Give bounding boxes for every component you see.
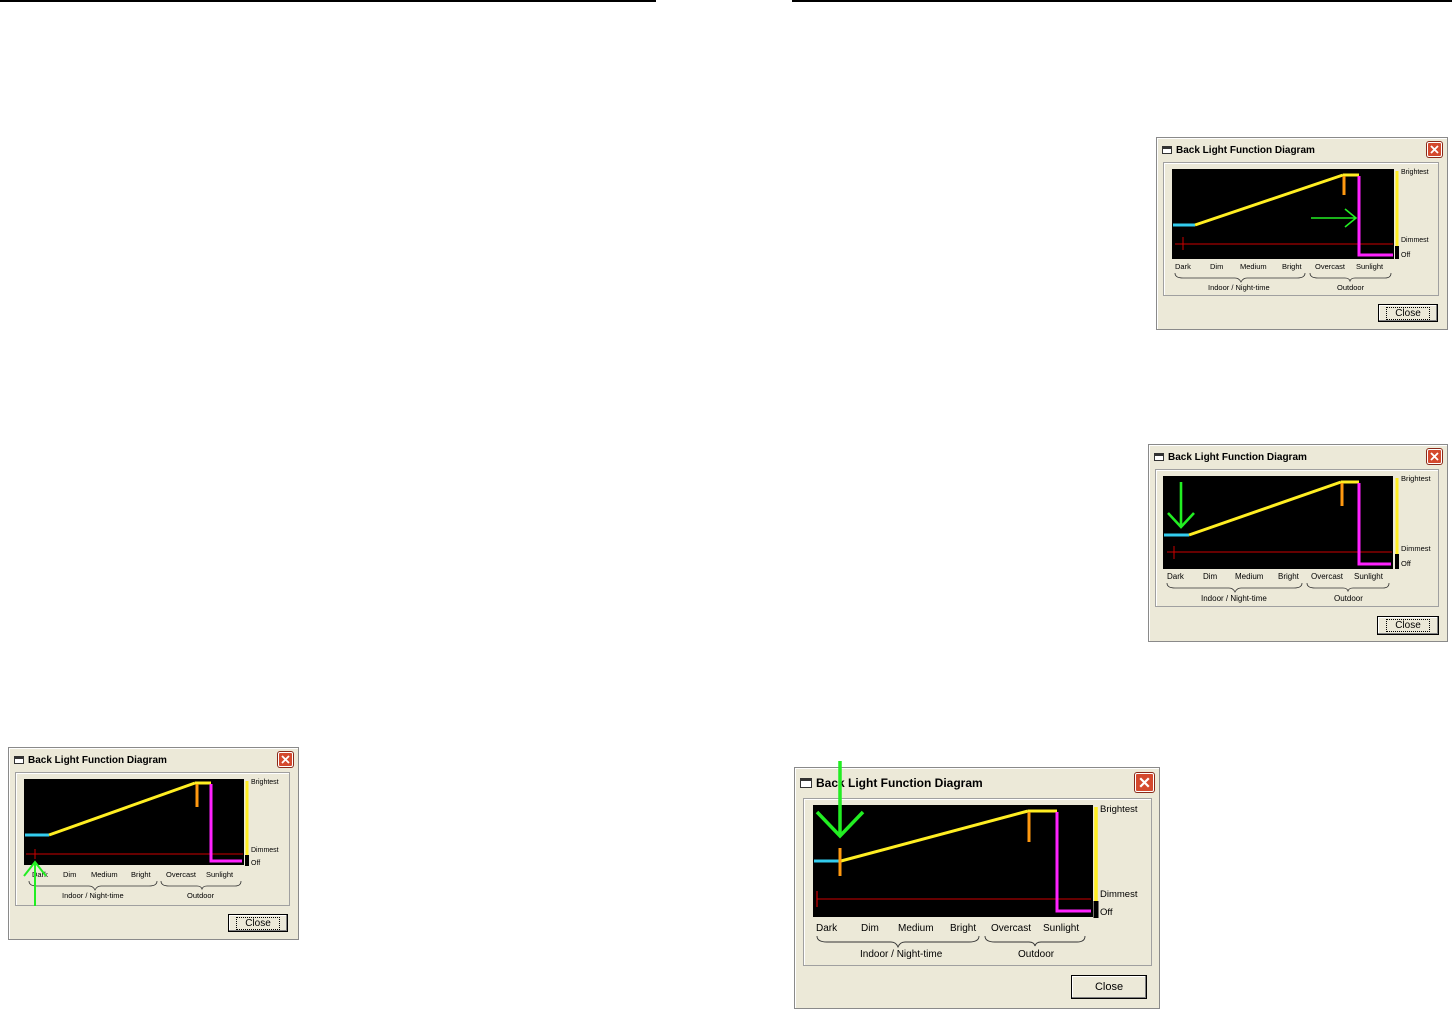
backlight-diagram: Brightest Dimmest Off Dark Dim Medium Br…	[23, 779, 279, 906]
page-top-rule-right	[792, 0, 1452, 2]
scale-dimmest: Dimmest	[251, 847, 279, 854]
level-overcast: Overcast	[1315, 262, 1346, 271]
group-outdoor: Outdoor	[1018, 949, 1055, 960]
scale-brightest: Brightest	[1100, 804, 1138, 815]
group-indoor: Indoor / Night-time	[1208, 283, 1270, 292]
close-button[interactable]: Close	[1378, 304, 1438, 322]
scale-brightest: Brightest	[1401, 474, 1432, 483]
level-sunlight: Sunlight	[1356, 262, 1384, 271]
level-bright: Bright	[1278, 572, 1300, 581]
backlight-dialog-1: Back Light Function Diagram Brightest Di…	[8, 747, 299, 940]
scale-dimmest: Dimmest	[1401, 237, 1429, 244]
level-sunlight: Sunlight	[206, 870, 234, 879]
level-dark: Dark	[1175, 262, 1191, 271]
level-dark: Dark	[1167, 572, 1185, 581]
level-bright: Bright	[131, 870, 152, 879]
scale-off: Off	[1100, 907, 1113, 918]
backlight-diagram: Brightest Dimmest Off Dark Dim Medium Br…	[813, 761, 1138, 960]
level-medium: Medium	[898, 923, 934, 934]
level-dim: Dim	[63, 870, 76, 879]
scale-off: Off	[1401, 252, 1410, 259]
green-arrow-icon	[23, 860, 47, 906]
brace-outdoor	[1309, 272, 1392, 283]
diagram-canvas	[1172, 169, 1394, 259]
level-overcast: Overcast	[1311, 572, 1344, 581]
backlight-diagram: Brightest Dimmest Off Dark Dim Medium Br…	[1163, 474, 1432, 603]
level-dim: Dim	[1210, 262, 1223, 271]
group-outdoor: Outdoor	[1334, 594, 1363, 603]
group-indoor: Indoor / Night-time	[62, 891, 124, 900]
brace-indoor	[1166, 582, 1303, 593]
backlight-diagram: Brightest Dimmest Off Dark Dim Medium Br…	[1172, 169, 1429, 292]
scale-dimmest: Dimmest	[1100, 889, 1138, 900]
level-overcast: Overcast	[991, 923, 1031, 934]
scale-brightest: Brightest	[1401, 169, 1429, 176]
level-dim: Dim	[1203, 572, 1218, 581]
level-medium: Medium	[1235, 572, 1264, 581]
scale-brightest: Brightest	[251, 779, 279, 786]
close-button[interactable]: Close	[1377, 616, 1439, 635]
level-overcast: Overcast	[166, 870, 197, 879]
brace-indoor	[816, 935, 980, 949]
brace-outdoor	[1306, 582, 1390, 593]
level-bright: Bright	[1282, 262, 1303, 271]
close-button[interactable]: Close	[1071, 975, 1147, 999]
backlight-dialog-3: Back Light Function Diagram Brightest Di…	[1148, 444, 1448, 642]
brace-outdoor	[984, 935, 1086, 947]
close-button[interactable]: Close	[228, 914, 288, 932]
level-bright: Bright	[950, 923, 976, 934]
level-sunlight: Sunlight	[1354, 572, 1384, 581]
backlight-dialog-2: Back Light Function Diagram Brightest Di…	[1156, 137, 1448, 330]
group-outdoor: Outdoor	[187, 891, 215, 900]
backlight-dialog-4: Back Light Function Diagram Brightest Di…	[794, 761, 1160, 1009]
page-top-rule-left	[0, 0, 656, 2]
brace-indoor	[28, 880, 158, 891]
level-dim: Dim	[861, 923, 879, 934]
group-outdoor: Outdoor	[1337, 283, 1365, 292]
level-medium: Medium	[91, 870, 118, 879]
brace-indoor	[1174, 272, 1306, 283]
scale-dimmest: Dimmest	[1401, 544, 1431, 553]
scale-off: Off	[251, 860, 260, 867]
level-dark: Dark	[816, 923, 838, 934]
group-indoor: Indoor / Night-time	[860, 949, 943, 960]
level-sunlight: Sunlight	[1043, 923, 1079, 934]
group-indoor: Indoor / Night-time	[1201, 594, 1267, 603]
brace-outdoor	[160, 880, 242, 891]
level-medium: Medium	[1240, 262, 1267, 271]
scale-off: Off	[1401, 559, 1412, 568]
